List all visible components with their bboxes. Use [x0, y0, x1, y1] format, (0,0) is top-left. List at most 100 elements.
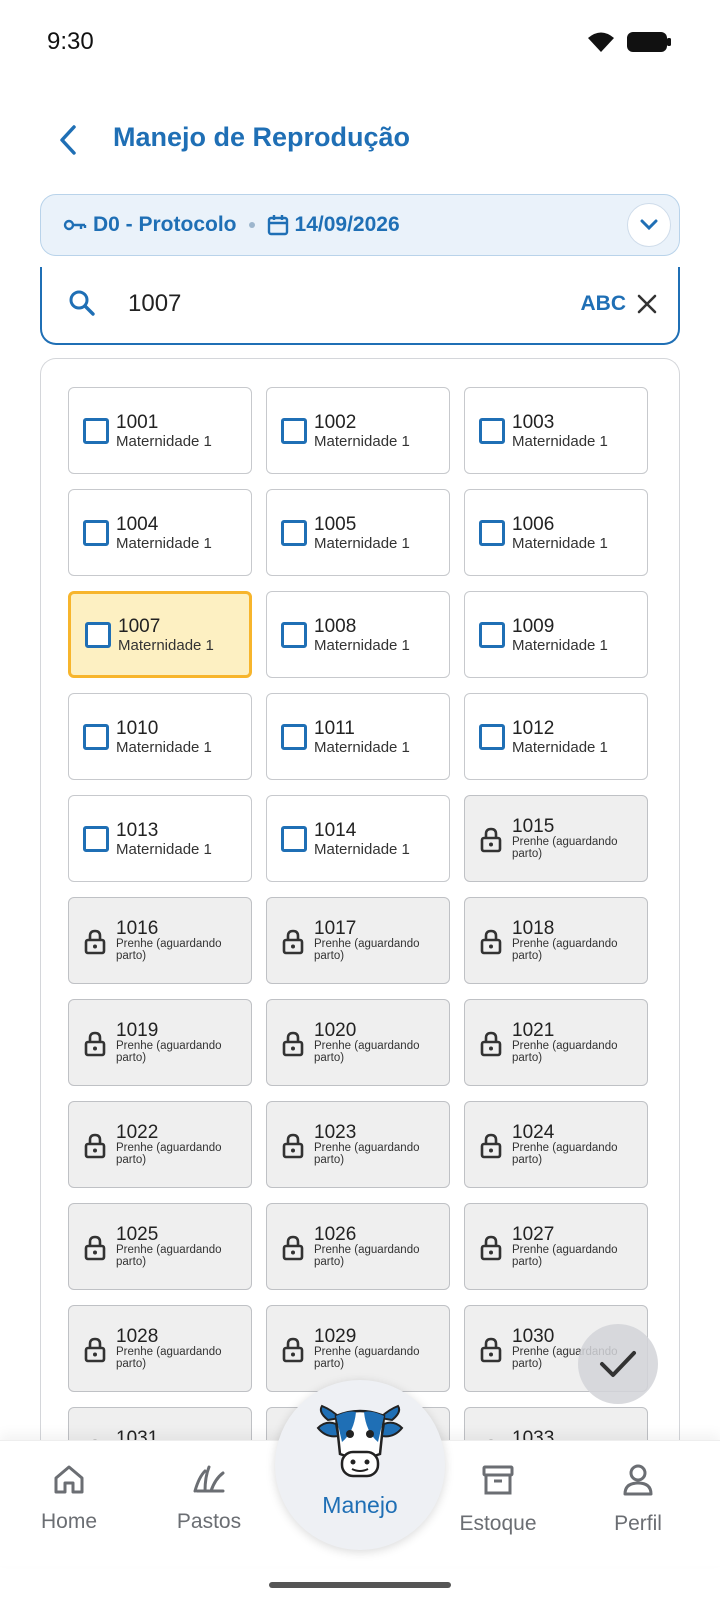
animal-checkbox[interactable] [281, 418, 307, 444]
animal-status: Maternidade 1 [314, 739, 410, 756]
search-input[interactable] [128, 287, 508, 321]
lock-icon [282, 1031, 304, 1057]
protocol-filter[interactable]: D0 - Protocolo [63, 213, 237, 237]
clear-search-button[interactable] [632, 289, 662, 319]
animal-checkbox[interactable] [83, 724, 109, 750]
nav-estoque[interactable]: Estoque [443, 1463, 553, 1536]
animal-card[interactable]: 1012 Maternidade 1 [464, 693, 648, 780]
animal-card[interactable]: 1021 Prenhe (aguardando parto) [464, 999, 648, 1086]
keyboard-mode-button[interactable]: ABC [581, 292, 627, 316]
animal-id: 1007 [118, 616, 161, 637]
animal-id: 1006 [512, 514, 555, 535]
chevron-down-icon [640, 219, 658, 231]
animal-id: 1011 [314, 718, 355, 739]
animal-status: Maternidade 1 [314, 841, 410, 858]
back-button[interactable] [48, 120, 88, 160]
animal-status: Maternidade 1 [512, 637, 608, 654]
back-arrow-icon [60, 125, 76, 155]
person-icon [623, 1464, 653, 1496]
animal-checkbox[interactable] [281, 520, 307, 546]
animal-checkbox[interactable] [83, 418, 109, 444]
lock-icon [480, 1235, 502, 1261]
animal-id: 1028 [116, 1326, 159, 1347]
animal-card[interactable]: 1018 Prenhe (aguardando parto) [464, 897, 648, 984]
animal-id: 1001 [116, 412, 159, 433]
animal-checkbox[interactable] [83, 826, 109, 852]
animal-card[interactable]: 1026 Prenhe (aguardando parto) [266, 1203, 450, 1290]
animal-status: Maternidade 1 [314, 535, 410, 552]
animal-status: Maternidade 1 [512, 433, 608, 450]
search-box: ABC [40, 267, 680, 345]
animal-card[interactable]: 1028 Prenhe (aguardando parto) [68, 1305, 252, 1392]
animal-status: Prenhe (aguardando parto) [512, 1142, 618, 1166]
animal-card[interactable]: 1010 Maternidade 1 [68, 693, 252, 780]
animal-checkbox[interactable] [479, 622, 505, 648]
animal-card[interactable]: 1004 Maternidade 1 [68, 489, 252, 576]
expand-filter-button[interactable] [627, 203, 671, 247]
animal-checkbox[interactable] [83, 520, 109, 546]
animal-card[interactable]: 1009 Maternidade 1 [464, 591, 648, 678]
animal-id: 1005 [314, 514, 357, 535]
animal-card[interactable]: 1016 Prenhe (aguardando parto) [68, 897, 252, 984]
animal-id: 1008 [314, 616, 357, 637]
animal-card[interactable]: 1022 Prenhe (aguardando parto) [68, 1101, 252, 1188]
animal-id: 1019 [116, 1020, 159, 1041]
animal-card[interactable]: 1006 Maternidade 1 [464, 489, 648, 576]
animal-checkbox[interactable] [85, 622, 111, 648]
animal-checkbox[interactable] [479, 520, 505, 546]
animal-card[interactable]: 1011 Maternidade 1 [266, 693, 450, 780]
animal-checkbox[interactable] [479, 418, 505, 444]
animal-id: 1029 [314, 1326, 357, 1347]
animal-card[interactable]: 1003 Maternidade 1 [464, 387, 648, 474]
animal-status: Prenhe (aguardando parto) [314, 1040, 420, 1064]
animal-checkbox[interactable] [281, 826, 307, 852]
lock-icon [480, 827, 502, 853]
animal-status: Maternidade 1 [116, 433, 212, 450]
animal-card[interactable]: 1015 Prenhe (aguardando parto) [464, 795, 648, 882]
animal-card[interactable]: 1001 Maternidade 1 [68, 387, 252, 474]
lock-icon [480, 929, 502, 955]
animal-status: Maternidade 1 [314, 433, 410, 450]
box-icon [482, 1465, 514, 1495]
animal-id: 1021 [512, 1020, 555, 1041]
animal-card[interactable]: 1024 Prenhe (aguardando parto) [464, 1101, 648, 1188]
animal-card[interactable]: 1005 Maternidade 1 [266, 489, 450, 576]
animal-card[interactable]: 1019 Prenhe (aguardando parto) [68, 999, 252, 1086]
animal-card[interactable]: 1007 Maternidade 1 [68, 591, 252, 678]
animal-checkbox[interactable] [479, 724, 505, 750]
animal-card[interactable]: 1025 Prenhe (aguardando parto) [68, 1203, 252, 1290]
animal-card[interactable]: 1023 Prenhe (aguardando parto) [266, 1101, 450, 1188]
date-filter[interactable]: 14/09/2026 [267, 213, 400, 237]
animal-id: 1023 [314, 1122, 357, 1143]
filter-bar[interactable]: D0 - Protocolo 14/09/2026 [40, 194, 680, 256]
animal-card[interactable]: 1017 Prenhe (aguardando parto) [266, 897, 450, 984]
animal-card[interactable]: 1013 Maternidade 1 [68, 795, 252, 882]
animal-id: 1015 [512, 816, 555, 837]
animal-grid-panel: 1001 Maternidade 1 1002 Maternidade 1 1003 Ma… [40, 358, 680, 1448]
animal-id: 1012 [512, 718, 555, 739]
nav-home[interactable]: Home [14, 1463, 124, 1534]
status-time: 9:30 [47, 28, 94, 55]
lock-icon [480, 1337, 502, 1363]
nav-manejo[interactable]: Manejo [275, 1380, 445, 1550]
animal-checkbox[interactable] [281, 622, 307, 648]
home-indicator [269, 1582, 451, 1588]
animal-card[interactable]: 1014 Maternidade 1 [266, 795, 450, 882]
animal-status: Prenhe (aguardando parto) [116, 1244, 222, 1268]
animal-id: 1022 [116, 1122, 159, 1143]
animal-status: Prenhe (aguardando parto) [116, 1346, 222, 1370]
confirm-fab[interactable] [578, 1324, 658, 1404]
animal-checkbox[interactable] [281, 724, 307, 750]
animal-card[interactable]: 1029 Prenhe (aguardando parto) [266, 1305, 450, 1392]
nav-perfil[interactable]: Perfil [583, 1463, 693, 1536]
animal-card[interactable]: 1008 Maternidade 1 [266, 591, 450, 678]
nav-home-label: Home [40, 1510, 98, 1533]
animal-card[interactable]: 1002 Maternidade 1 [266, 387, 450, 474]
animal-card[interactable]: 1020 Prenhe (aguardando parto) [266, 999, 450, 1086]
wifi-icon [588, 32, 614, 52]
lock-icon [480, 1133, 502, 1159]
animal-card[interactable]: 1027 Prenhe (aguardando parto) [464, 1203, 648, 1290]
animal-id: 1010 [116, 718, 159, 739]
animal-status: Maternidade 1 [116, 841, 212, 858]
nav-pastos[interactable]: Pastos [154, 1463, 264, 1534]
